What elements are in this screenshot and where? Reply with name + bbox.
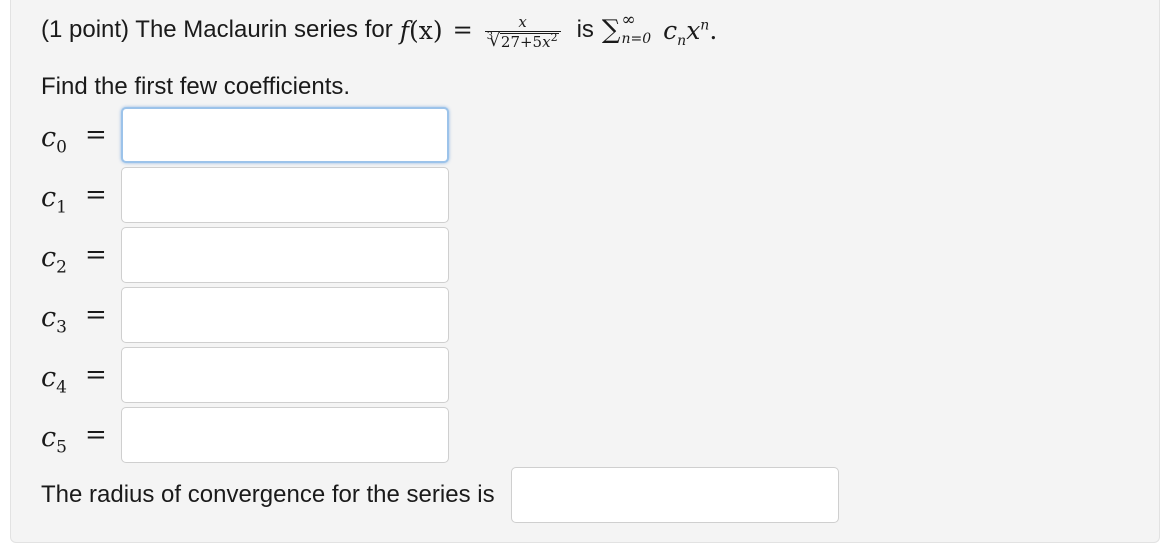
radius-row: The radius of convergence for the series… [41,466,839,524]
term-power: n [700,17,710,34]
sum-upper-limit: ∞ [621,10,636,30]
coefficient-label-3: c3 [41,301,85,336]
radicand-power: 2 [550,31,558,44]
coefficient-row-1: c1 = [41,166,449,224]
coefficient-input-5[interactable] [121,407,449,463]
coefficient-symbol: c [41,421,57,453]
problem-panel: (1 point) The Maclaurin series for f(x) … [10,0,1160,543]
word-is: is [576,16,594,43]
coefficient-equals: = [85,360,107,390]
coefficient-symbol: c [41,361,57,393]
coefficient-label-5: c5 [41,421,85,456]
coefficient-row-4: c4 = [41,346,449,404]
function-arg: (x) [408,15,443,45]
sigma-symbol: ∑ [601,15,621,45]
problem-statement: (1 point) The Maclaurin series for f(x) … [41,10,718,51]
coefficient-label-4: c4 [41,361,85,396]
coefficient-symbol: c [41,241,57,273]
coefficient-label-0: c0 [41,121,85,156]
coefficient-index: 0 [56,136,67,157]
coefficient-equals: = [85,420,107,450]
sum-lower-limit: n=0 [621,31,652,47]
coefficient-label-2: c2 [41,241,85,276]
coefficient-equals: = [85,120,107,150]
fraction-numerator: x [518,13,527,31]
fraction-denominator: 3 √ 27+5x2 [484,31,561,51]
summation: ∑ ∞ n=0 [601,10,652,47]
fraction: x 3 √ 27+5x2 [484,13,561,51]
coefficient-label-1: c1 [41,181,85,216]
coefficient-input-3[interactable] [121,287,449,343]
instruction-text: Find the first few coefficients. [41,73,351,100]
coefficient-symbol: c [41,301,57,333]
term-coefficient: c [663,15,678,45]
coefficient-index: 4 [56,376,67,397]
problem-prefix: (1 point) The Maclaurin series for [41,16,393,43]
radicand: 27+5x2 [499,31,559,51]
coefficient-index: 3 [56,316,67,337]
equals-sign: = [452,16,473,44]
coefficient-symbol: c [41,121,57,153]
coefficient-input-4[interactable] [121,347,449,403]
function-expression: f(x) [400,16,443,45]
coefficient-symbol: c [41,181,57,213]
coefficient-equals: = [85,180,107,210]
term-variable: x [686,15,701,45]
coefficient-input-2[interactable] [121,227,449,283]
radicand-constant: 27+5 [500,33,543,51]
radius-label: The radius of convergence for the series… [41,481,495,508]
coefficient-row-0: c0 = [41,106,449,164]
coefficient-input-0[interactable] [121,107,449,163]
root-index: 3 [486,31,494,42]
coefficient-index: 2 [56,256,67,277]
function-name: f [399,15,409,45]
coefficient-index: 1 [56,196,67,217]
coefficient-equals: = [85,240,107,270]
coefficient-input-1[interactable] [121,167,449,223]
coefficient-row-2: c2 = [41,226,449,284]
term-period: . [709,15,718,45]
coefficient-row-3: c3 = [41,286,449,344]
coefficient-row-5: c5 = [41,406,449,464]
radicand-variable: x [542,33,551,51]
term-coefficient-subscript: n [677,32,687,49]
sum-limits: ∞ n=0 [621,10,652,47]
coefficient-equals: = [85,300,107,330]
coefficient-index: 5 [56,436,67,457]
series-term: cnxn. [663,15,718,48]
radius-input[interactable] [510,467,839,523]
